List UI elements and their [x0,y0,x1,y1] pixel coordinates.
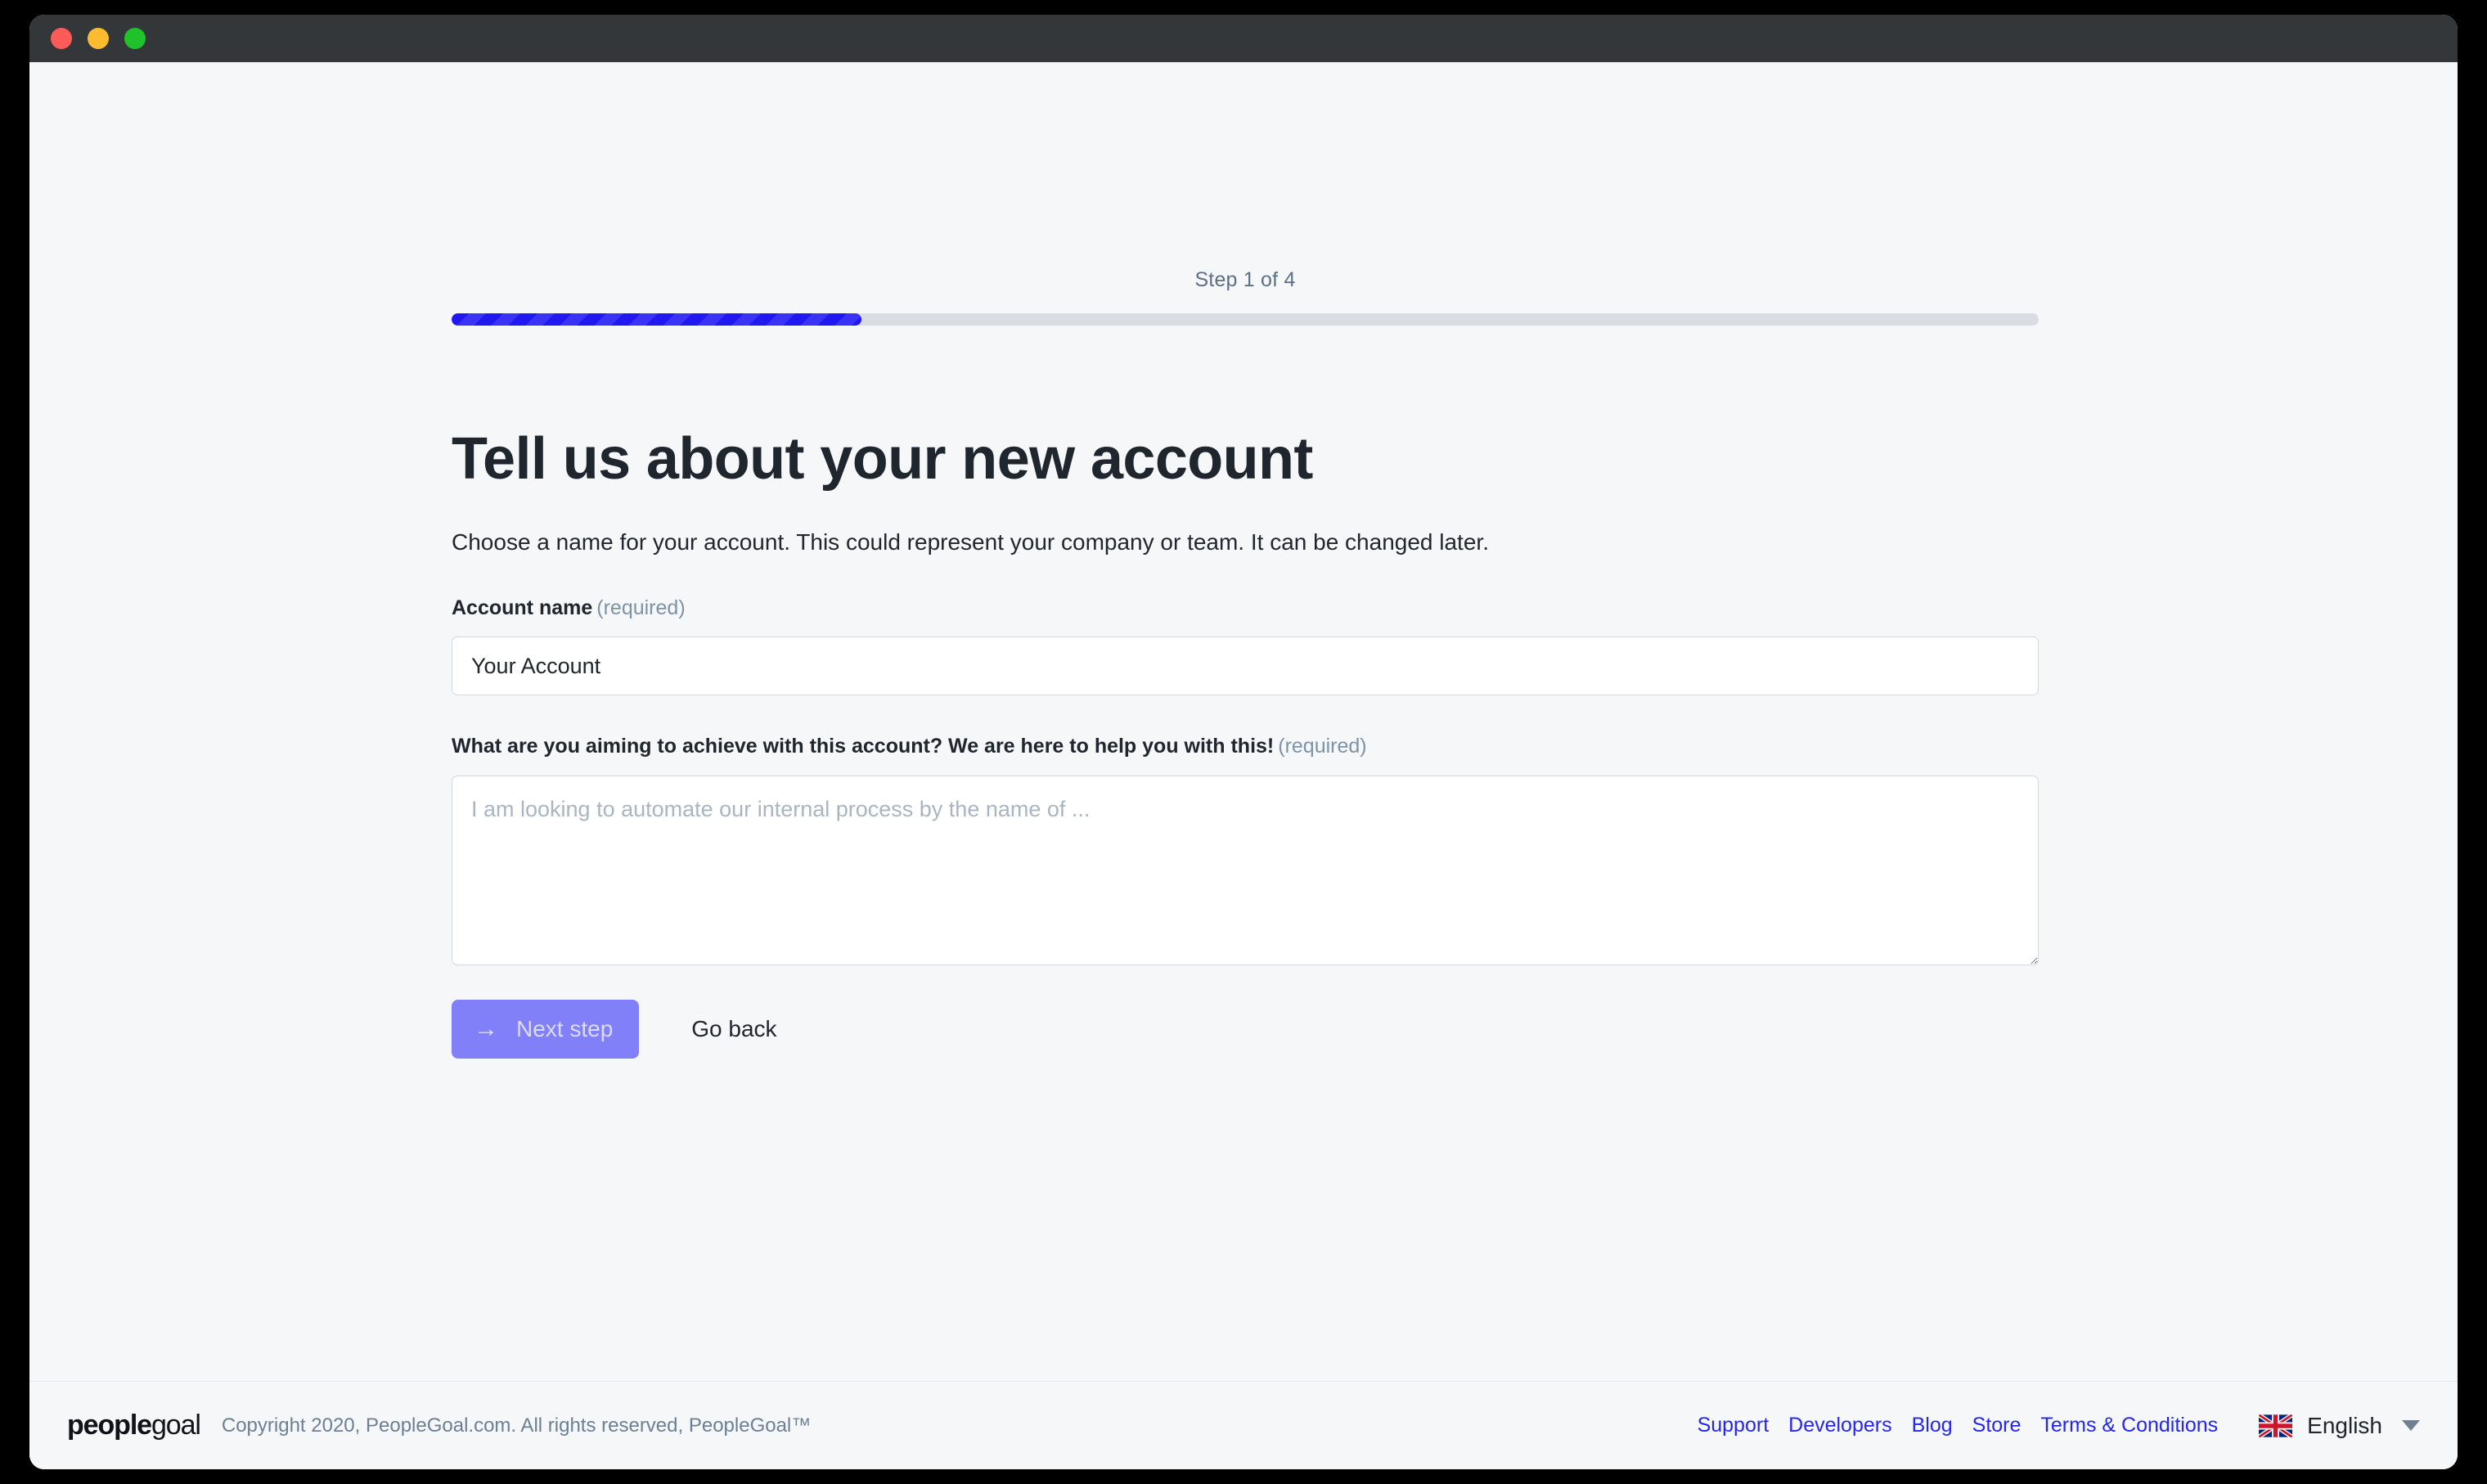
footer-link-support[interactable]: Support [1698,1414,1770,1437]
page-subtitle: Choose a name for your account. This cou… [452,528,1489,555]
page-footer: peoplegoal Copyright 2020, PeopleGoal.co… [29,1381,2458,1469]
form-actions: → Next step Go back [452,1000,2039,1059]
chevron-down-icon[interactable] [2402,1420,2420,1431]
footer-link-list: Support Developers Blog Store Terms & Co… [1698,1414,2219,1437]
brand-name-bold: people [67,1410,152,1441]
footer-link-store[interactable]: Store [1972,1414,2022,1437]
main-content: Step 1 of 4 Tell us about your new accou… [29,62,2458,1381]
account-name-label: Account name (required) [452,596,2039,620]
account-name-input[interactable] [452,636,2039,696]
step-indicator-label: Step 1 of 4 [1194,268,1296,291]
next-step-button-label: Next step [516,1016,614,1042]
peoplegoal-logo: peoplegoal [67,1410,201,1441]
language-name-label: English [2307,1412,2382,1438]
account-goal-label-text: What are you aiming to achieve with this… [452,735,1275,758]
account-goal-textarea[interactable] [452,776,2039,966]
footer-link-terms[interactable]: Terms & Conditions [2040,1414,2218,1437]
content-column: Step 1 of 4 Tell us about your new accou… [452,62,2039,1059]
traffic-light-group [51,28,146,49]
minimize-window-icon[interactable] [88,28,109,49]
account-name-label-text: Account name [452,596,593,620]
uk-flag-icon [2259,1414,2293,1437]
page-root: Step 1 of 4 Tell us about your new accou… [29,62,2458,1469]
next-step-button[interactable]: → Next step [452,1000,640,1059]
desktop-backdrop: Step 1 of 4 Tell us about your new accou… [0,0,2487,1484]
onboarding-progress-bar [452,313,2039,326]
go-back-button[interactable]: Go back [691,1016,776,1042]
window-titlebar [29,15,2458,62]
maximize-window-icon[interactable] [124,28,146,49]
footer-link-developers[interactable]: Developers [1788,1414,1891,1437]
arrow-right-icon: → [474,1015,498,1043]
copyright-text: Copyright 2020, PeopleGoal.com. All righ… [221,1414,812,1437]
account-goal-label: What are you aiming to achieve with this… [452,735,2039,758]
brand-name-light: goal [151,1410,201,1441]
page-title: Tell us about your new account [452,426,1313,492]
browser-window: Step 1 of 4 Tell us about your new accou… [29,15,2458,1469]
account-name-required-tag: (required) [596,596,686,620]
close-window-icon[interactable] [51,28,72,49]
account-goal-required-tag: (required) [1278,735,1367,758]
progress-bar-fill [452,313,861,326]
footer-link-blog[interactable]: Blog [1912,1414,1953,1437]
language-selector[interactable]: English [2259,1413,2420,1439]
